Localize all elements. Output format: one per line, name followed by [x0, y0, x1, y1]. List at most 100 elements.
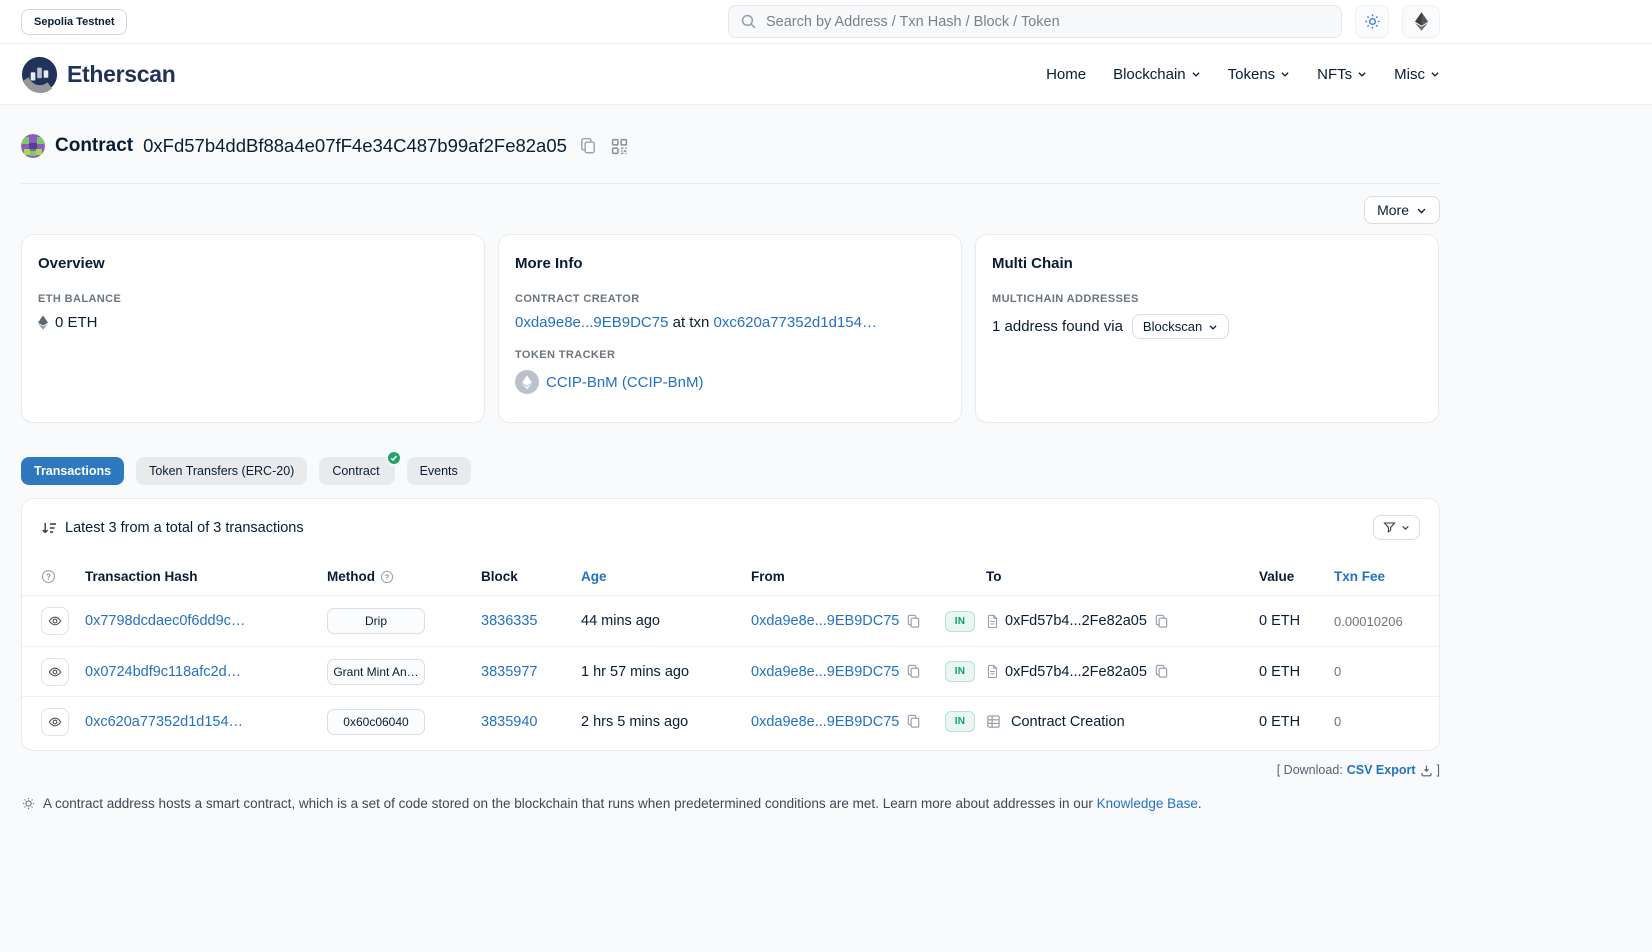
copy-icon — [906, 664, 921, 679]
document-icon — [986, 614, 999, 629]
method-badge[interactable]: Grant Mint An… — [327, 659, 425, 685]
csv-export-link[interactable]: CSV Export — [1347, 763, 1416, 777]
copy-to-button[interactable] — [1154, 614, 1169, 629]
search-box[interactable] — [728, 5, 1342, 38]
eye-button[interactable] — [41, 607, 69, 635]
col-age[interactable]: Age — [581, 569, 751, 584]
brand-name: Etherscan — [67, 61, 176, 88]
nav-home[interactable]: Home — [1046, 66, 1086, 83]
tx-hash-link[interactable]: 0xc620a77352d1d154… — [85, 714, 243, 730]
search-input[interactable] — [766, 14, 1330, 30]
col-transaction-hash: Transaction Hash — [85, 569, 327, 584]
token-tracker-link[interactable]: CCIP-BnM (CCIP-BnM) — [546, 374, 704, 391]
to-address-text: 0xFd57b4...2Fe82a05 — [1005, 664, 1147, 680]
table-row: 0x7798dcdaec0f6dd9c…Drip383633544 mins a… — [22, 596, 1439, 646]
nav-blockchain[interactable]: Blockchain — [1113, 66, 1201, 83]
tab-bar: Transactions Token Transfers (ERC-20) Co… — [21, 457, 1440, 485]
nav-nfts[interactable]: NFTs — [1317, 66, 1367, 83]
info-gear-icon — [21, 796, 36, 811]
svg-text:?: ? — [46, 572, 51, 581]
footnote-period: . — [1198, 796, 1202, 811]
footnote-text: A contract address hosts a smart contrac… — [43, 796, 1097, 811]
ethereum-icon — [1415, 12, 1428, 31]
tx-hash-link[interactable]: 0x0724bdf9c118afc2d… — [85, 664, 241, 680]
age-text: 2 hrs 5 mins ago — [581, 714, 688, 730]
from-address-link[interactable]: 0xda9e8e...9EB9DC75 — [751, 664, 899, 680]
contract-title-row: Contract 0xFd57b4ddBf88a4e07fF4e34C487b9… — [21, 105, 1440, 161]
chevron-down-icon — [1280, 69, 1290, 79]
eye-icon — [48, 715, 62, 729]
contract-creation-icon — [986, 714, 1001, 729]
table-header-row: ? Transaction Hash Method? Block Age Fro… — [22, 558, 1439, 596]
knowledge-base-link[interactable]: Knowledge Base — [1097, 796, 1198, 811]
age-text: 1 hr 57 mins ago — [581, 664, 689, 680]
sun-icon — [1364, 13, 1381, 30]
copy-from-button[interactable] — [906, 664, 921, 679]
overview-card-title: Overview — [38, 255, 468, 272]
more-info-card: More Info CONTRACT CREATOR 0xda9e8e...9E… — [498, 234, 962, 423]
download-row: [ Download: CSV Export ] — [21, 763, 1440, 777]
copy-address-button[interactable] — [577, 135, 599, 157]
block-link[interactable]: 3835977 — [481, 664, 537, 680]
creator-txn-link[interactable]: 0xc620a77352d1d154… — [713, 314, 876, 331]
tab-events[interactable]: Events — [407, 457, 471, 485]
value-text: 0 ETH — [1259, 664, 1300, 680]
col-txn-fee[interactable]: Txn Fee — [1334, 569, 1420, 584]
table-summary-text: Latest 3 from a total of 3 transactions — [65, 520, 304, 536]
direction-badge: IN — [945, 711, 975, 732]
copy-to-button[interactable] — [1154, 664, 1169, 679]
block-link[interactable]: 3836335 — [481, 613, 537, 629]
block-link[interactable]: 3835940 — [481, 714, 537, 730]
transactions-panel: Latest 3 from a total of 3 transactions … — [21, 498, 1440, 751]
more-button[interactable]: More — [1364, 196, 1440, 224]
tab-transactions[interactable]: Transactions — [21, 457, 124, 485]
to-address-text: 0xFd57b4...2Fe82a05 — [1005, 613, 1147, 629]
copy-from-button[interactable] — [906, 614, 921, 629]
method-badge[interactable]: Drip — [327, 608, 425, 634]
help-icon[interactable]: ? — [380, 570, 394, 584]
filter-button[interactable] — [1373, 515, 1420, 540]
qr-code-button[interactable] — [609, 136, 630, 157]
verified-check-icon — [386, 450, 402, 466]
help-icon[interactable]: ? — [41, 569, 56, 584]
tab-token-transfers[interactable]: Token Transfers (ERC-20) — [136, 457, 307, 485]
multichain-card-title: Multi Chain — [992, 255, 1422, 272]
creator-address-link[interactable]: 0xda9e8e...9EB9DC75 — [515, 314, 668, 331]
divider — [21, 183, 1440, 184]
download-suffix: ] — [1437, 763, 1440, 777]
copy-icon — [579, 137, 597, 155]
method-badge[interactable]: 0x60c06040 — [327, 709, 425, 735]
table-row: 0x0724bdf9c118afc2d… Grant Mint An… 383597… — [22, 646, 1439, 696]
tx-hash-link[interactable]: 0x7798dcdaec0f6dd9c… — [85, 613, 245, 629]
etherscan-logo[interactable]: Etherscan — [21, 56, 176, 93]
to-text: Contract Creation — [1011, 714, 1125, 730]
chevron-down-icon — [1191, 69, 1201, 79]
overview-card: Overview ETH BALANCE 0 ETH — [21, 234, 485, 423]
tab-contract[interactable]: Contract — [319, 457, 394, 485]
theme-toggle-button[interactable] — [1355, 5, 1389, 38]
funnel-icon — [1383, 521, 1396, 534]
copy-from-button[interactable] — [906, 714, 921, 729]
footnote: A contract address hosts a smart contrac… — [21, 795, 1440, 814]
network-badge[interactable]: Sepolia Testnet — [21, 9, 127, 35]
from-address-link[interactable]: 0xda9e8e...9EB9DC75 — [751, 613, 899, 629]
direction-badge: IN — [945, 661, 975, 682]
from-address-link[interactable]: 0xda9e8e...9EB9DC75 — [751, 714, 899, 730]
chevron-down-icon — [1430, 69, 1440, 79]
nav-tokens[interactable]: Tokens — [1228, 66, 1291, 83]
chevron-down-icon — [1401, 523, 1410, 532]
col-block: Block — [481, 569, 581, 584]
blockscan-dropdown[interactable]: Blockscan — [1132, 314, 1229, 339]
chevron-down-icon — [1208, 322, 1218, 332]
address-avatar — [21, 134, 45, 158]
col-value: Value — [1259, 569, 1334, 584]
chevron-down-icon — [1416, 205, 1427, 216]
token-logo-icon — [515, 370, 539, 394]
svg-text:?: ? — [385, 572, 390, 581]
main-nav: Home Blockchain Tokens NFTs Misc — [1046, 66, 1440, 83]
nav-misc[interactable]: Misc — [1394, 66, 1440, 83]
network-menu-button[interactable] — [1402, 5, 1440, 38]
eye-button[interactable] — [41, 708, 69, 736]
eye-icon — [48, 665, 62, 679]
eye-button[interactable] — [41, 658, 69, 686]
